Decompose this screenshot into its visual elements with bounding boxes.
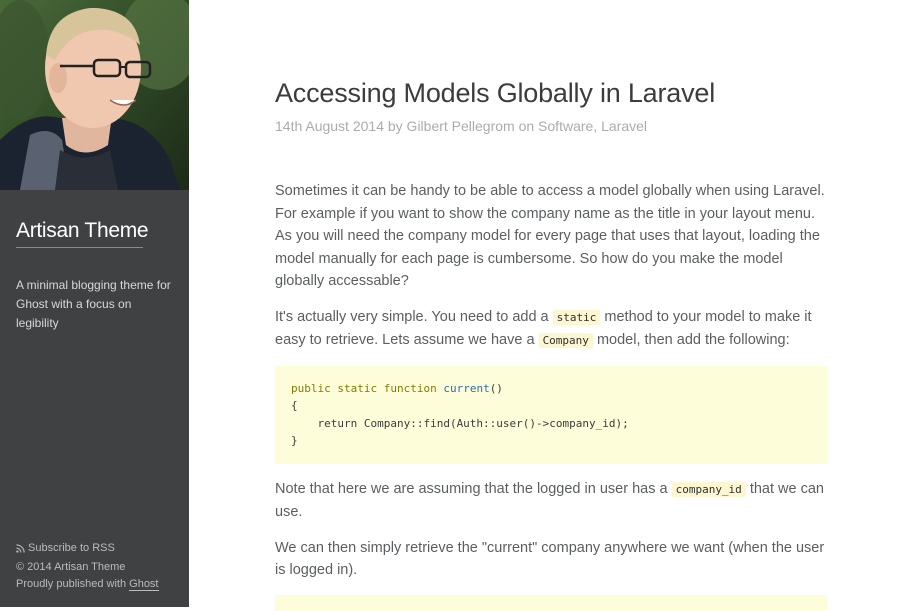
inline-code-static: static	[552, 309, 601, 325]
paragraph-company-id: Note that here we are assuming that the …	[275, 478, 827, 524]
site-description: A minimal blogging theme for Ghost with …	[16, 278, 171, 330]
paragraph-retrieve: We can then simply retrieve the "current…	[275, 539, 825, 579]
inline-code-company: Company	[538, 333, 593, 348]
code-function-name: current	[443, 381, 490, 395]
code-line-2: {	[291, 399, 298, 412]
post-body: Sometimes it can be handy to be able to …	[275, 180, 827, 611]
inline-code-company-id: company_id	[671, 481, 746, 497]
published-prefix: Proudly published with	[16, 578, 127, 590]
post-meta: 14th August 2014 by Gilbert Pellegrom on…	[275, 118, 647, 134]
code-keywords: public static function	[291, 381, 444, 395]
main-content: Accessing Models Globally in Laravel 14t…	[189, 0, 910, 611]
code-block-partial	[275, 594, 827, 611]
sidebar-footer: Subscribe to RSS © 2014 Artisan Theme Pr…	[16, 540, 186, 593]
code-line-4: }	[291, 434, 298, 447]
copyright: © 2014 Artisan Theme	[16, 561, 126, 573]
subscribe-rss-link[interactable]: Subscribe to RSS	[16, 540, 115, 557]
rss-icon	[16, 544, 25, 553]
author-avatar	[0, 0, 189, 190]
paragraph-static-method: It's actually very simple. You need to a…	[275, 306, 827, 353]
sidebar: Artisan Theme A minimal blogging theme f…	[0, 0, 189, 607]
ghost-link[interactable]: Ghost	[129, 578, 159, 591]
paragraph-intro: Sometimes it can be handy to be able to …	[275, 183, 825, 289]
text: It's actually very simple. You need to a…	[275, 308, 553, 325]
code-parens: ()	[489, 381, 503, 395]
code-block: public static function current() { retur…	[275, 365, 827, 464]
text: model, then add the following:	[592, 332, 790, 348]
code-line-3: return Company::find(Auth::user()->compa…	[291, 416, 629, 430]
text: Note that here we are assuming that the …	[275, 480, 672, 497]
site-title[interactable]: Artisan Theme	[16, 219, 149, 248]
rss-label: Subscribe to RSS	[28, 542, 115, 554]
post-title: Accessing Models Globally in Laravel	[275, 78, 716, 108]
